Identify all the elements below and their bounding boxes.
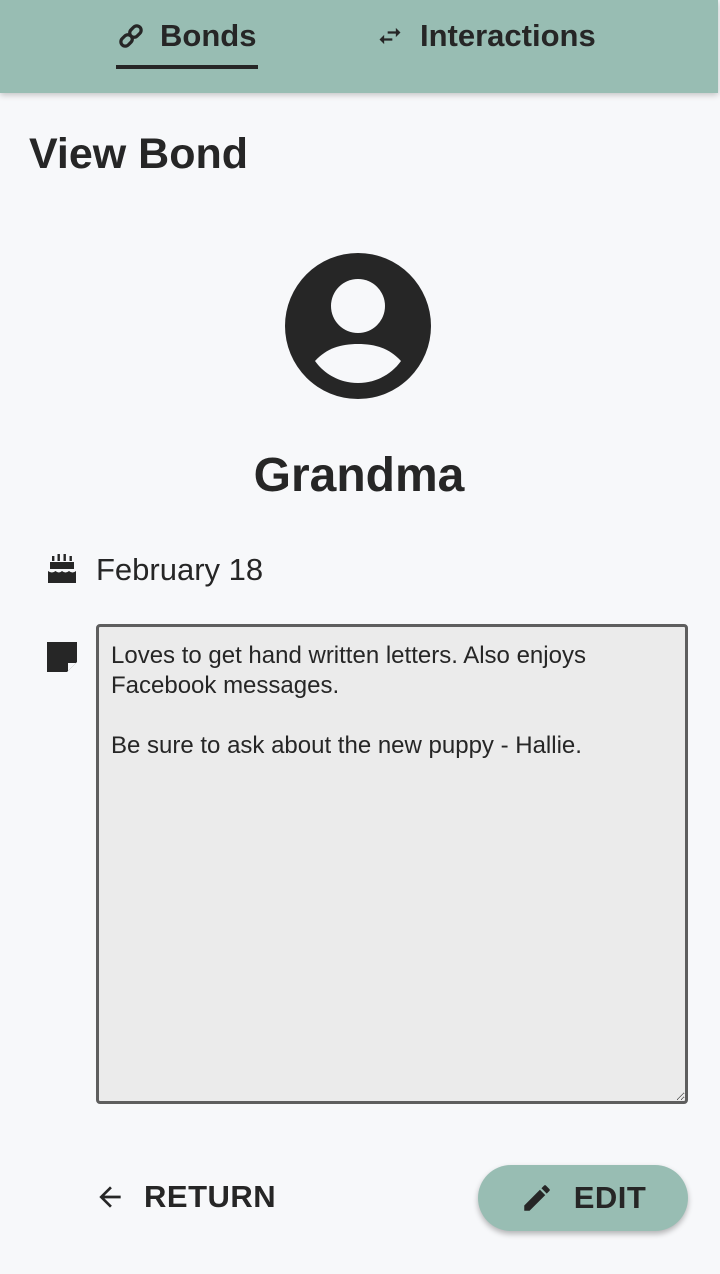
- tab-interactions-label: Interactions: [420, 18, 596, 53]
- pencil-icon: [520, 1181, 554, 1215]
- edit-button[interactable]: EDIT: [478, 1165, 688, 1231]
- return-button[interactable]: RETURN: [94, 1166, 276, 1228]
- edit-button-label: EDIT: [573, 1180, 647, 1215]
- return-button-label: RETURN: [144, 1179, 277, 1214]
- page-title: View Bond: [29, 130, 249, 178]
- sticky-note-icon: [47, 642, 77, 672]
- notes-textarea[interactable]: Loves to get hand written letters. Also …: [96, 624, 688, 1104]
- link-icon: [116, 21, 146, 51]
- top-nav-bar: Bonds Interactions: [0, 0, 718, 93]
- account-circle-icon: [285, 253, 431, 399]
- tab-bonds[interactable]: Bonds: [116, 0, 256, 72]
- active-tab-indicator: [116, 65, 258, 69]
- cake-icon: [47, 552, 77, 586]
- bond-name: Grandma: [253, 449, 465, 502]
- birthday-text: February 18: [96, 552, 264, 587]
- tab-bonds-label: Bonds: [160, 18, 257, 53]
- tab-interactions[interactable]: Interactions: [374, 0, 596, 72]
- swap-arrows-icon: [374, 22, 406, 50]
- arrow-left-icon: [94, 1181, 126, 1213]
